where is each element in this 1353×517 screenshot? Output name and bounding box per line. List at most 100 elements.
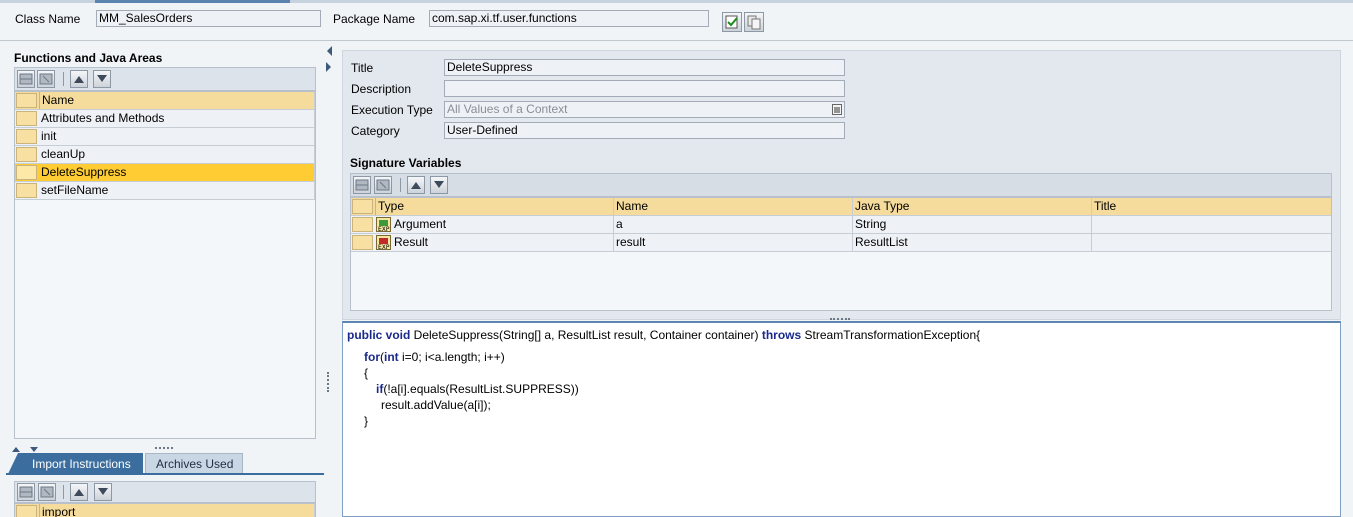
functions-table: Name Attributes and Methods init cleanUp… [14, 91, 316, 439]
add-variable-button[interactable] [353, 176, 371, 194]
insert-row-icon [19, 73, 33, 85]
code-keyword: throws [761, 328, 802, 342]
result-icon: EXP [376, 235, 391, 250]
delete-row-icon [40, 486, 54, 498]
row-selector[interactable] [352, 217, 373, 232]
variable-type-cell: EXP Argument [375, 216, 614, 233]
package-name-field[interactable]: com.sap.xi.tf.user.functions [429, 10, 709, 27]
arrow-up-icon [74, 489, 84, 496]
vertical-splitter-grip[interactable] [327, 372, 329, 392]
type-column-header[interactable]: Type [375, 198, 614, 215]
check-icon [725, 15, 738, 29]
variable-type-cell: EXP Result [375, 234, 614, 251]
title-field[interactable]: DeleteSuppress [444, 59, 845, 76]
functions-toolbar [14, 67, 316, 91]
delete-function-button[interactable] [37, 70, 55, 88]
function-row-selected[interactable]: DeleteSuppress [15, 164, 315, 182]
svg-text:EXP: EXP [378, 226, 390, 232]
function-row[interactable]: cleanUp [15, 146, 315, 164]
delete-import-button[interactable] [38, 483, 56, 501]
import-header-row: import [15, 504, 315, 517]
signature-row[interactable]: EXP Result result ResultList [351, 234, 1331, 252]
dropdown-icon[interactable] [832, 104, 842, 115]
row-selector[interactable] [16, 129, 37, 144]
execution-type-select[interactable]: All Values of a Context [444, 101, 845, 118]
package-name-label: Package Name [333, 12, 416, 26]
row-selector[interactable] [352, 235, 373, 250]
signature-row[interactable]: EXP Argument a String [351, 216, 1331, 234]
code-text: DeleteSuppress(String[] a, ResultList re… [410, 328, 762, 342]
function-row[interactable]: init [15, 128, 315, 146]
variable-java-type: ResultList [853, 234, 1092, 251]
signature-table: Type Name Java Type Title EXP Argument a… [350, 197, 1332, 311]
argument-icon: EXP [376, 217, 391, 232]
toolbar-separator [63, 72, 64, 86]
top-tab-indicator [95, 0, 290, 3]
description-field[interactable] [444, 80, 845, 97]
insert-row-icon [355, 179, 369, 191]
code-line-4: if(!a[i].equals(ResultList.SUPPRESS)) [376, 381, 579, 397]
row-selector[interactable] [16, 165, 37, 180]
row-selector[interactable] [16, 147, 37, 162]
functions-panel-title: Functions and Java Areas [14, 51, 163, 65]
code-line-1: public void DeleteSuppress(String[] a, R… [347, 327, 980, 343]
arrow-down-icon [434, 181, 444, 188]
java-type-column-header[interactable]: Java Type [853, 198, 1092, 215]
add-import-button[interactable] [17, 483, 35, 501]
signature-variables-title: Signature Variables [350, 156, 462, 170]
category-label: Category [351, 124, 400, 138]
function-row[interactable]: setFileName [15, 182, 315, 200]
description-label: Description [351, 82, 412, 96]
code-editor[interactable]: public void DeleteSuppress(String[] a, R… [342, 321, 1341, 517]
row-selector[interactable] [16, 93, 37, 108]
delete-variable-button[interactable] [374, 176, 392, 194]
title-column-header[interactable]: Title [1092, 198, 1331, 215]
move-up-button[interactable] [70, 70, 88, 88]
move-down-button[interactable] [93, 70, 111, 88]
code-text: i=0; i<a.length; i++) [398, 350, 505, 364]
arrow-down-icon [97, 75, 107, 82]
code-line-5: result.addValue(a[i]); [381, 398, 491, 412]
svg-text:EXP: EXP [378, 244, 390, 250]
copy-icon [747, 15, 761, 30]
code-keyword: public void [347, 328, 411, 342]
row-selector[interactable] [16, 111, 37, 126]
delete-row-icon [39, 73, 53, 85]
code-line-6: } [364, 414, 369, 428]
code-line-3: { [364, 366, 369, 380]
add-function-button[interactable] [17, 70, 35, 88]
import-table: import [14, 503, 316, 517]
row-selector[interactable] [16, 505, 37, 517]
splitter-grip[interactable] [155, 447, 173, 449]
function-name: DeleteSuppress [39, 164, 315, 181]
tab-import-instructions[interactable]: Import Instructions [8, 453, 143, 474]
name-column-header[interactable]: Name [614, 198, 853, 215]
collapse-up-icon[interactable] [10, 445, 40, 453]
function-row[interactable]: Attributes and Methods [15, 110, 315, 128]
import-move-up-button[interactable] [70, 483, 88, 501]
variable-move-down-button[interactable] [430, 176, 448, 194]
row-selector[interactable] [16, 183, 37, 198]
variable-move-up-button[interactable] [407, 176, 425, 194]
tab-archives-used[interactable]: Archives Used [145, 453, 243, 473]
import-column-header[interactable]: import [39, 504, 315, 517]
variable-title [1092, 216, 1331, 233]
import-toolbar [14, 481, 316, 503]
import-move-down-button[interactable] [94, 483, 112, 501]
category-field[interactable]: User-Defined [444, 122, 845, 139]
code-splitter-grip[interactable] [830, 318, 850, 320]
variable-java-type: String [853, 216, 1092, 233]
copy-button[interactable] [744, 12, 764, 32]
code-keyword: for [364, 350, 380, 364]
execution-type-value: All Values of a Context [447, 102, 568, 116]
check-button[interactable] [722, 12, 742, 32]
function-name: Attributes and Methods [39, 110, 315, 127]
class-name-field[interactable]: MM_SalesOrders [96, 10, 321, 27]
tab-import-label: Import Instructions [32, 457, 131, 471]
delete-row-icon [376, 179, 390, 191]
row-selector[interactable] [352, 199, 373, 214]
name-column-header[interactable]: Name [39, 92, 315, 109]
execution-type-label: Execution Type [351, 103, 433, 117]
collapse-left-icon[interactable] [325, 44, 333, 74]
toolbar-separator [63, 485, 64, 499]
